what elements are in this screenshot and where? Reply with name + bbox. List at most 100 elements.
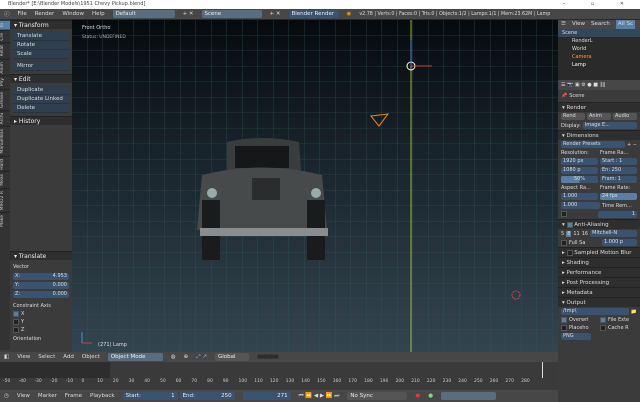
performance-panel-header[interactable]: ▸ Performance: [558, 267, 640, 277]
rotate-button[interactable]: Rotate: [13, 41, 69, 50]
audio-button[interactable]: Audio: [613, 113, 637, 120]
border-checkbox[interactable]: [561, 211, 567, 218]
duplicate-linked-button[interactable]: Duplicate Linked: [13, 95, 69, 104]
metadata-panel-header[interactable]: ▸ Metadata: [558, 287, 640, 297]
history-panel-header[interactable]: ▸ History: [10, 116, 72, 125]
resolution-percentage[interactable]: 50%: [561, 176, 598, 183]
tab-physics[interactable]: Phy: [0, 75, 10, 89]
outliner-scene[interactable]: Scene: [558, 29, 640, 37]
outliner-view-menu[interactable]: View: [572, 20, 585, 29]
tab-tools[interactable]: To: [0, 20, 10, 30]
orientation-select[interactable]: Global: [215, 353, 249, 361]
transform-panel-header[interactable]: ▾ Transform: [10, 20, 72, 29]
scene-selector[interactable]: Scene: [201, 10, 262, 18]
display-select[interactable]: Image E...: [582, 122, 637, 129]
tab-animation[interactable]: Anim: [0, 58, 10, 76]
current-frame-field[interactable]: 271: [242, 392, 291, 400]
full-sample-checkbox[interactable]: [561, 239, 567, 246]
duplicate-button[interactable]: Duplicate: [13, 86, 69, 95]
render-button[interactable]: Rend: [561, 113, 585, 120]
placeholders-checkbox[interactable]: [561, 325, 567, 331]
menu-file[interactable]: File: [18, 11, 27, 17]
anti-aliasing-panel-header[interactable]: ▾ Anti-Aliasing: [558, 219, 640, 229]
mode-select[interactable]: Object Mode: [107, 353, 163, 361]
resolution-y[interactable]: 1080 p: [561, 167, 598, 174]
outliner-search-menu[interactable]: Search: [591, 20, 610, 29]
tab-hard[interactable]: Hard: [0, 155, 10, 172]
menu-render[interactable]: Render: [35, 11, 55, 17]
shading-panel-header[interactable]: ▸ Shading: [558, 257, 640, 267]
file-ext-checkbox[interactable]: [600, 317, 606, 323]
editor-type-icon[interactable]: ◧: [4, 354, 9, 360]
overwrite-checkbox[interactable]: [561, 317, 567, 323]
record-button[interactable]: ●: [415, 393, 420, 399]
render-engine-select[interactable]: Blender Render: [288, 10, 339, 18]
x-field[interactable]: X: 4.953: [10, 272, 72, 281]
tab-relations[interactable]: Relat: [0, 42, 10, 59]
aa-samples-16[interactable]: 16: [582, 231, 588, 237]
translate-button[interactable]: Translate: [13, 32, 69, 41]
editor-type-icon[interactable]: ◷: [4, 393, 9, 399]
y-field[interactable]: Y: 0.000: [10, 281, 72, 290]
tab-grease[interactable]: Grease: [0, 88, 10, 110]
dimensions-panel-header[interactable]: ▾ Dimensions: [558, 130, 640, 140]
current-frame-line[interactable]: [542, 362, 543, 378]
outliner-type-icon[interactable]: ☰: [561, 20, 566, 29]
folder-icon[interactable]: 📁: [631, 309, 637, 315]
add-layout-button[interactable]: + ✕: [183, 11, 194, 17]
scale-button[interactable]: Scale: [13, 50, 69, 59]
filter-size[interactable]: 1.000 p: [602, 239, 637, 246]
tab-meas[interactable]: Meas: [0, 171, 10, 189]
constraint-y[interactable]: Y: [10, 318, 72, 326]
menu-view[interactable]: View: [17, 354, 30, 360]
aspect-y[interactable]: 1.000: [561, 202, 600, 209]
menu-object[interactable]: Object: [82, 354, 100, 360]
mirror-button[interactable]: Mirror: [13, 62, 69, 71]
editor-type-icon[interactable]: ⓘ: [4, 10, 10, 18]
aa-filter-select[interactable]: Mitchell-N: [590, 230, 637, 237]
translate-panel-header[interactable]: ▾ Translate: [10, 251, 72, 260]
outliner-filter[interactable]: All Sc: [615, 20, 635, 29]
tab-make[interactable]: Make: [0, 212, 10, 230]
add-scene-button[interactable]: + ✕: [270, 11, 281, 17]
render-panel-header[interactable]: ▾ Render: [558, 102, 640, 112]
outliner-world[interactable]: World: [558, 45, 640, 53]
menu-window[interactable]: Window: [62, 11, 84, 17]
aa-samples-11[interactable]: 11: [573, 231, 579, 237]
playback-controls[interactable]: ⏮ ⏪ ◀ ▶ ⏩ ⏭: [299, 393, 340, 400]
z-field[interactable]: Z: 0.000: [10, 290, 72, 299]
animation-button[interactable]: Anim: [587, 113, 611, 120]
menu-select[interactable]: Select: [38, 354, 55, 360]
motion-blur-panel-header[interactable]: ▸ Sampled Motion Blur: [558, 247, 640, 257]
pivot-icon[interactable]: ⊕: [184, 354, 189, 360]
tab-manuelbas[interactable]: ManuelBas: [0, 126, 10, 156]
file-format-select[interactable]: PNG: [561, 333, 591, 340]
menu-add[interactable]: Add: [63, 354, 74, 360]
tab-create[interactable]: Cre: [0, 29, 10, 43]
keying-set-field[interactable]: [441, 392, 497, 400]
start-frame-field[interactable]: Start: 1: [122, 392, 178, 400]
layout-selector[interactable]: Default: [112, 10, 175, 18]
output-panel-header[interactable]: ▾ Output: [558, 297, 640, 307]
delete-button[interactable]: Delete: [13, 104, 69, 113]
sync-select[interactable]: No Sync: [347, 392, 408, 400]
keying-button[interactable]: ●: [428, 393, 433, 399]
timeline[interactable]: -50 -40 -30 -20 -10 0 10 20 30 40 50 60 70 80 90 100 110…: [0, 362, 558, 390]
cache-checkbox[interactable]: [600, 325, 606, 331]
constraint-x[interactable]: X: [10, 310, 72, 318]
post-processing-panel-header[interactable]: ▸ Post Processing: [558, 277, 640, 287]
menu-help[interactable]: Help: [92, 11, 105, 17]
edit-panel-header[interactable]: ▾ Edit: [10, 74, 72, 83]
shading-icon[interactable]: ◍: [171, 354, 176, 360]
resolution-x[interactable]: 1920 px: [561, 158, 598, 165]
aa-samples-5[interactable]: 5: [561, 231, 564, 237]
frame-end[interactable]: En: 250: [600, 167, 637, 174]
manipulator-icon[interactable]: ⤢ ↗: [196, 354, 207, 361]
menu-marker[interactable]: Marker: [38, 393, 57, 399]
aa-samples-8[interactable]: 8: [566, 230, 572, 237]
menu-view[interactable]: View: [17, 393, 30, 399]
outliner-renderlayers[interactable]: RenderL: [558, 37, 640, 45]
3d-viewport[interactable]: Front Ortho Status: UNDEFINED (271) Lamp: [72, 20, 558, 352]
constraint-z[interactable]: Z: [10, 326, 72, 334]
tab-miro[interactable]: MIRO2 R: [0, 188, 10, 213]
